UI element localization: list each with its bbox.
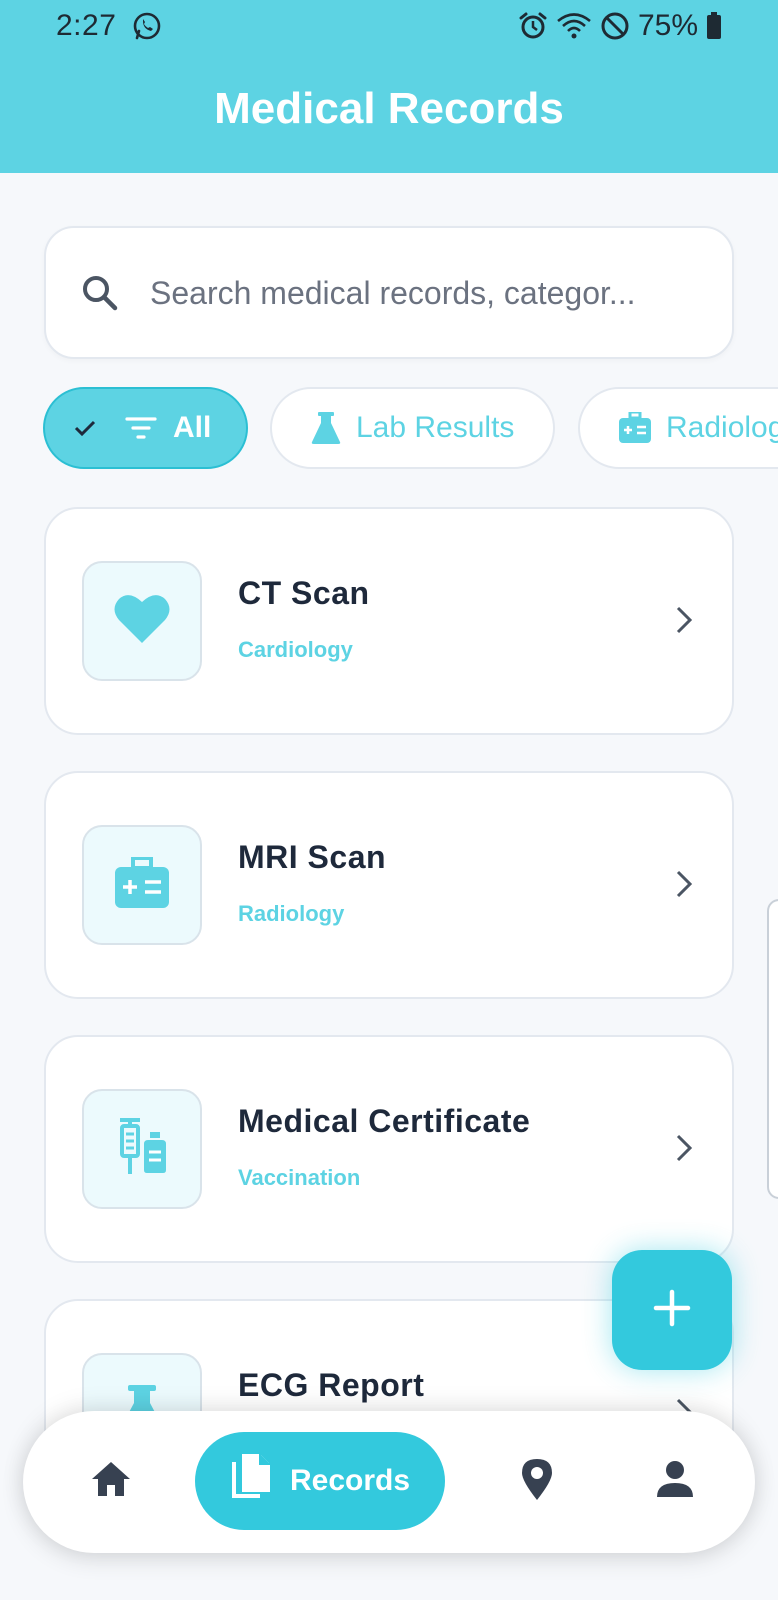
record-icon-box	[82, 1089, 202, 1209]
record-category: Vaccination	[238, 1165, 361, 1190]
vaccine-icon	[114, 1117, 170, 1181]
location-icon	[520, 1457, 554, 1506]
edge-panel-handle[interactable]	[767, 899, 778, 1199]
search-input[interactable]	[150, 268, 710, 318]
filter-chips: All Lab Results Radiolog	[0, 387, 778, 471]
check-icon	[73, 416, 97, 440]
filter-chip-radiology[interactable]: Radiolog	[578, 387, 778, 469]
record-title: ECG Report	[238, 1367, 425, 1403]
record-title: CT Scan	[238, 575, 370, 611]
nav-home[interactable]	[83, 1453, 139, 1509]
record-title: Medical Certificate	[238, 1103, 531, 1139]
status-time: 2:27	[56, 9, 117, 42]
flask-icon	[310, 411, 342, 445]
nav-records[interactable]: Records	[195, 1432, 445, 1530]
chevron-right-icon	[674, 1132, 694, 1169]
app-header: 2:27 75% Medical Records	[0, 0, 778, 173]
wifi-icon	[556, 11, 592, 41]
status-bar: 2:27 75%	[0, 0, 778, 56]
chevron-right-icon	[674, 868, 694, 905]
filter-chip-label: All	[173, 411, 212, 444]
nav-map[interactable]	[509, 1453, 565, 1509]
record-category: Cardiology	[238, 637, 353, 662]
filter-chip-all[interactable]: All	[43, 387, 248, 469]
plus-icon	[652, 1288, 692, 1333]
heart-icon	[113, 593, 171, 650]
search-icon	[80, 273, 120, 318]
do-not-disturb-icon	[600, 11, 630, 41]
nav-profile[interactable]	[647, 1453, 703, 1509]
home-icon	[90, 1460, 132, 1503]
page-title: Medical Records	[214, 84, 564, 133]
battery-level: 75%	[637, 9, 698, 42]
add-record-button[interactable]	[612, 1250, 732, 1370]
profile-icon	[655, 1459, 695, 1504]
chevron-right-icon	[674, 604, 694, 641]
whatsapp-icon	[132, 11, 162, 49]
filter-icon	[125, 415, 157, 441]
record-icon-box	[82, 561, 202, 681]
alarm-icon	[518, 11, 548, 41]
status-right-icons: 75%	[518, 9, 722, 43]
record-card[interactable]: Medical Certificate Vaccination	[44, 1035, 734, 1263]
search-box[interactable]	[44, 226, 734, 359]
bottom-navigation: Records	[23, 1411, 755, 1553]
filter-chip-lab-results[interactable]: Lab Results	[270, 387, 555, 469]
documents-icon	[230, 1452, 274, 1510]
record-card[interactable]: MRI Scan Radiology	[44, 771, 734, 999]
medical-kit-icon	[114, 855, 170, 914]
record-category: Radiology	[238, 901, 345, 926]
record-title: MRI Scan	[238, 839, 387, 875]
record-icon-box	[82, 825, 202, 945]
filter-chip-label: Lab Results	[356, 411, 515, 444]
filter-chip-label: Radiolog	[666, 411, 778, 444]
battery-icon	[706, 12, 722, 40]
record-card[interactable]: CT Scan Cardiology	[44, 507, 734, 735]
nav-records-label: Records	[289, 1464, 411, 1497]
medical-kit-icon	[618, 412, 652, 444]
